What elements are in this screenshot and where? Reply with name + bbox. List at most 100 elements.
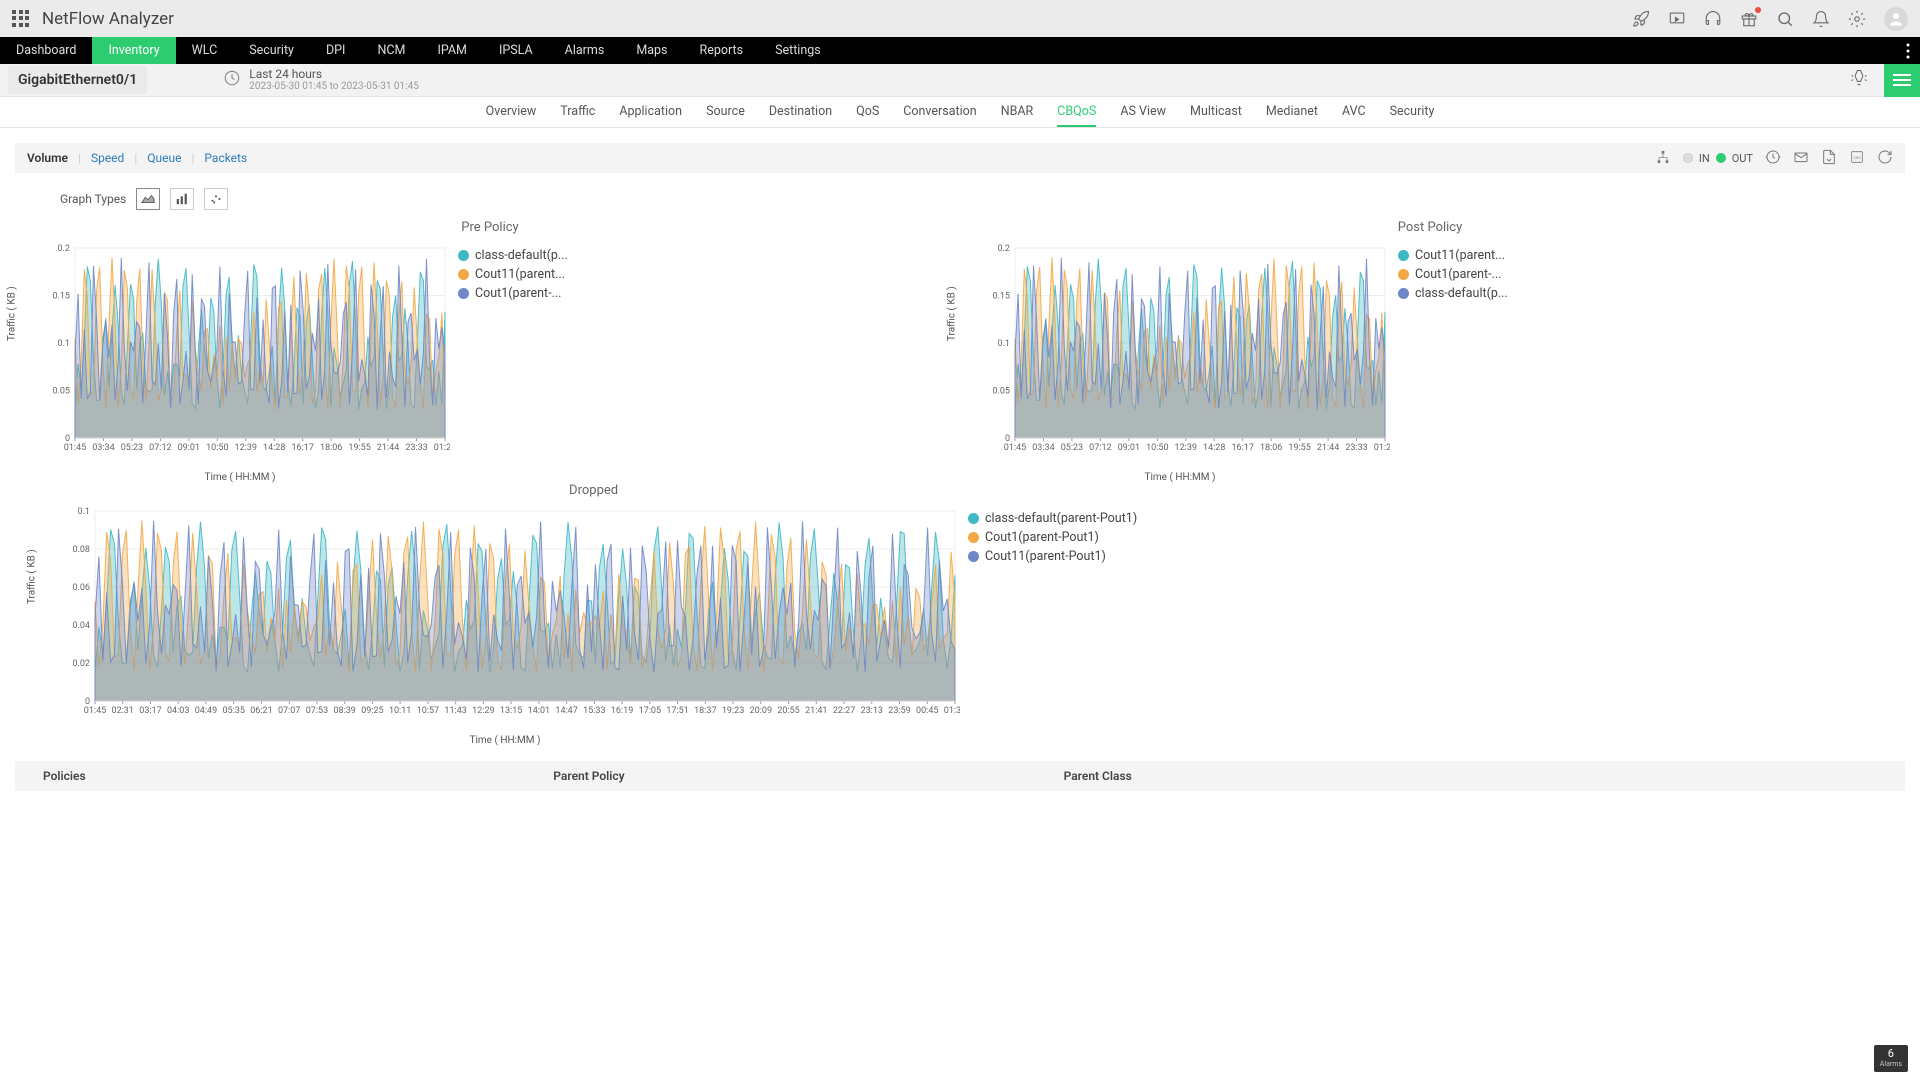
tab-qos[interactable]: QoS	[856, 97, 879, 127]
legend-item[interactable]: Cout11(parent-Pout1)	[968, 549, 1137, 564]
nav-maps[interactable]: Maps	[620, 37, 683, 64]
svg-text:16:17: 16:17	[1231, 443, 1253, 453]
tab-medianet[interactable]: Medianet	[1266, 97, 1318, 127]
chart-dropped: Dropped Traffic ( KB )00.020.040.060.080…	[40, 483, 1147, 746]
th-parent-class[interactable]: Parent Class	[1036, 769, 1546, 783]
filter-link-speed[interactable]: Speed	[91, 151, 124, 165]
rocket-icon[interactable]	[1632, 10, 1650, 28]
svg-text:14:28: 14:28	[1203, 443, 1225, 453]
svg-text:0.04: 0.04	[72, 621, 90, 631]
nav-ncm[interactable]: NCM	[361, 37, 421, 64]
spotlight-icon[interactable]	[1842, 61, 1876, 99]
svg-text:0.1: 0.1	[998, 339, 1011, 349]
filter-mode-volume[interactable]: Volume	[27, 151, 68, 165]
chart-title-dropped: Dropped	[50, 483, 1137, 498]
user-avatar[interactable]	[1884, 7, 1908, 31]
tab-traffic[interactable]: Traffic	[560, 97, 595, 127]
svg-text:16:19: 16:19	[611, 706, 633, 716]
chart-svg[interactable]: 00.050.10.150.201:4503:3405:2307:1209:01…	[970, 243, 1390, 468]
hierarchy-icon[interactable]	[1655, 149, 1671, 168]
tab-security[interactable]: Security	[1390, 97, 1435, 127]
search-icon[interactable]	[1776, 10, 1794, 28]
csv-icon[interactable]: CSV	[1849, 149, 1865, 168]
chart-svg[interactable]: 00.050.10.150.201:4503:3405:2307:1209:01…	[30, 243, 450, 468]
app-title: NetFlow Analyzer	[42, 9, 174, 29]
tab-conversation[interactable]: Conversation	[903, 97, 976, 127]
graph-type-bar-button[interactable]	[170, 188, 194, 210]
bell-icon[interactable]	[1812, 10, 1830, 28]
tab-avc[interactable]: AVC	[1342, 97, 1366, 127]
legend-item[interactable]: class-default(p...	[1398, 286, 1508, 301]
svg-text:10:57: 10:57	[417, 706, 439, 716]
sub-tabs: Overview Traffic Application Source Destinat…	[0, 97, 1920, 128]
graph-type-scatter-button[interactable]	[204, 188, 228, 210]
nav-ipsla[interactable]: IPSLA	[483, 37, 549, 64]
svg-text:23:33: 23:33	[405, 443, 427, 453]
svg-text:14:28: 14:28	[263, 443, 285, 453]
svg-text:05:35: 05:35	[222, 706, 244, 716]
svg-text:03:17: 03:17	[139, 706, 161, 716]
tab-as-view[interactable]: AS View	[1120, 97, 1166, 127]
alarms-badge[interactable]: 6 Alarms	[1874, 1045, 1908, 1072]
graph-type-area-button[interactable]	[136, 188, 160, 210]
time-range-sub: 2023-05-30 01:45 to 2023-05-31 01:45	[249, 81, 419, 93]
svg-text:21:44: 21:44	[1317, 443, 1339, 453]
hamburger-menu-button[interactable]	[1884, 64, 1920, 97]
nav-dashboard[interactable]: Dashboard	[0, 37, 92, 64]
headset-icon[interactable]	[1704, 10, 1722, 28]
tab-multicast[interactable]: Multicast	[1190, 97, 1242, 127]
legend-item[interactable]: class-default(parent-Pout1)	[968, 511, 1137, 526]
svg-text:01:45: 01:45	[84, 706, 106, 716]
apps-grid-icon[interactable]	[12, 10, 30, 28]
th-policies[interactable]: Policies	[15, 769, 525, 783]
time-range-block[interactable]: Last 24 hours 2023-05-30 01:45 to 2023-0…	[249, 67, 419, 93]
chart-svg[interactable]: 00.020.040.060.080.101:4502:3103:1704:03…	[50, 506, 960, 731]
th-parent-policy[interactable]: Parent Policy	[525, 769, 1035, 783]
tab-nbar[interactable]: NBAR	[1001, 97, 1034, 127]
svg-text:12:39: 12:39	[235, 443, 257, 453]
nav-dpi[interactable]: DPI	[310, 37, 362, 64]
svg-text:04:49: 04:49	[195, 706, 217, 716]
filter-link-queue[interactable]: Queue	[147, 151, 181, 165]
chart-title-pre: Pre Policy	[30, 220, 950, 235]
nav-reports[interactable]: Reports	[684, 37, 760, 64]
nav-wlc[interactable]: WLC	[176, 37, 234, 64]
legend-item[interactable]: class-default(p...	[458, 248, 568, 263]
pdf-icon[interactable]	[1821, 149, 1837, 168]
svg-text:0.15: 0.15	[992, 292, 1010, 302]
svg-text:04:03: 04:03	[167, 706, 189, 716]
gift-icon[interactable]	[1740, 10, 1758, 28]
filter-link-packets[interactable]: Packets	[204, 151, 247, 165]
legend-item[interactable]: Cout11(parent...	[458, 267, 568, 282]
legend-item[interactable]: Cout1(parent-...	[1398, 267, 1508, 282]
svg-text:15:33: 15:33	[583, 706, 605, 716]
tab-overview[interactable]: Overview	[486, 97, 537, 127]
tab-cbqos[interactable]: CBQoS	[1057, 97, 1096, 127]
email-icon[interactable]	[1793, 149, 1809, 168]
nav-inventory[interactable]: Inventory	[92, 37, 175, 64]
nav-more-icon[interactable]	[1896, 37, 1920, 64]
gear-icon[interactable]	[1848, 10, 1866, 28]
in-out-toggle[interactable]: IN OUT	[1683, 152, 1753, 165]
svg-text:18:06: 18:06	[1260, 443, 1282, 453]
clock-icon	[223, 69, 241, 91]
legend-item[interactable]: Cout11(parent...	[1398, 248, 1508, 263]
tab-application[interactable]: Application	[619, 97, 682, 127]
refresh-icon[interactable]	[1877, 149, 1893, 168]
top-bar: NetFlow Analyzer	[0, 0, 1920, 37]
nav-alarms[interactable]: Alarms	[549, 37, 621, 64]
legend-item[interactable]: Cout1(parent-Pout1)	[968, 530, 1137, 545]
screen-icon[interactable]	[1668, 10, 1686, 28]
svg-text:0.1: 0.1	[78, 507, 91, 517]
tab-destination[interactable]: Destination	[769, 97, 832, 127]
svg-text:19:55: 19:55	[1288, 443, 1310, 453]
schedule-icon[interactable]	[1765, 149, 1781, 168]
nav-ipam[interactable]: IPAM	[421, 37, 483, 64]
svg-text:18:06: 18:06	[320, 443, 342, 453]
nav-security[interactable]: Security	[233, 37, 310, 64]
tab-source[interactable]: Source	[706, 97, 745, 127]
nav-settings[interactable]: Settings	[759, 37, 837, 64]
legend-item[interactable]: Cout1(parent-...	[458, 286, 568, 301]
in-dot	[1683, 153, 1693, 163]
svg-text:03:34: 03:34	[1032, 443, 1054, 453]
